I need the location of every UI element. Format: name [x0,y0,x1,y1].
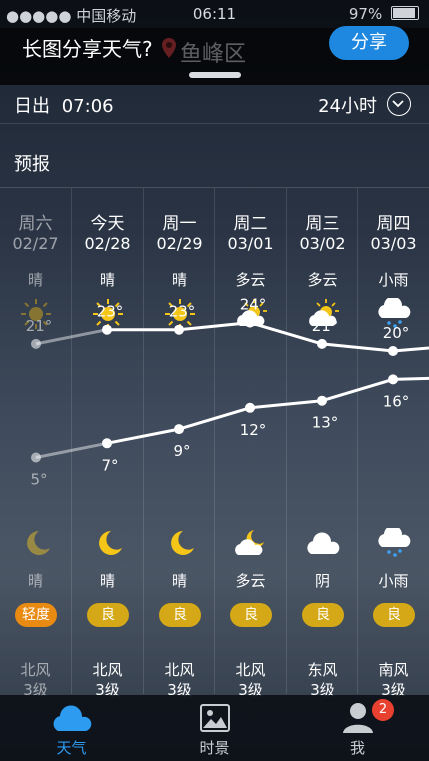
forecast-day[interactable]: 周一 02/29 晴 晴 良 北风 3级 [143,188,215,699]
aqi-badge: 良 [159,603,201,627]
hourly-toggle-label[interactable]: 24小时 [318,92,377,118]
chevron-down-icon[interactable] [387,92,411,116]
tab-label: 我 [349,739,365,757]
aqi-badge: 轻度 [15,603,57,627]
forecast-day[interactable]: 周三 03/02 多云 阴 良 东风 3级 [286,188,358,699]
tab-label: 时景 [199,739,230,757]
wind-info: 北风 3级 [72,660,143,700]
forecast-day[interactable]: 周四 03/03 小雨 小雨 良 南风 3级 [357,188,429,699]
day-condition: 晴 [99,271,115,289]
night-condition: 小雨 [378,572,409,590]
location-pin-icon [162,38,176,58]
weekday: 周四 [376,214,411,234]
date: 02/28 [84,234,131,253]
date: 02/27 [12,234,59,253]
share-button[interactable]: 分享 [329,26,409,60]
day-condition: 多云 [307,271,338,289]
tab-scenery[interactable]: 时景 [143,695,286,761]
day-condition: 多云 [235,271,266,289]
aqi-badge: 良 [302,603,344,627]
wind-direction: 东风 [307,661,338,679]
sunrise-label: 日出 [14,96,50,117]
forecast-day[interactable]: 周二 03/01 多云 多云 良 北风 3级 [214,188,286,699]
wind-info: 东风 3级 [287,660,358,700]
light-rain-icon [378,298,411,328]
night-condition: 晴 [99,572,115,590]
sun-icon [21,299,51,329]
date: 02/29 [156,234,203,253]
wind-info: 南风 3级 [358,660,429,700]
share-prompt-text: 长图分享天气? [22,37,153,61]
wind-direction: 南风 [378,661,409,679]
night-condition: 晴 [27,572,43,590]
aqi-badge: 良 [87,603,129,627]
moon-icon [27,531,50,555]
sun-icon [93,299,123,329]
light-rain-icon [378,528,411,557]
status-bar: ●●●●● 中国移动 06:11 97% [0,0,429,28]
cloudy-night-icon [235,530,264,555]
moon-icon [99,531,122,555]
forecast-section-title: 预报 [14,154,50,175]
tab-me[interactable]: 我 [286,695,429,761]
sunrise-row: 日出 07:06 24小时 [0,85,429,124]
wind-info: 北风 3级 [0,660,71,700]
wind-direction: 北风 [20,661,51,679]
sunrise-time: 07:06 [61,96,114,117]
wind-info: 北风 3级 [144,660,215,700]
location-name[interactable]: 鱼峰区 [180,36,246,68]
sun-icon [165,299,195,329]
night-condition: 晴 [171,572,187,590]
weekday: 今天 [90,214,125,234]
weekday: 周六 [18,214,53,234]
date: 03/01 [227,234,274,253]
battery-percent: 97% [348,5,383,23]
night-condition: 多云 [235,572,266,590]
notification-badge: 2 [372,699,394,721]
day-condition: 晴 [27,271,43,289]
sunrise-info: 日出 07:06 [14,92,114,118]
weekday: 周二 [233,214,268,234]
night-condition: 阴 [314,572,330,590]
partly-cloudy-icon [309,299,339,326]
cloud-icon [307,532,340,554]
tab-weather[interactable]: 天气 [0,695,143,761]
wind-direction: 北风 [164,661,195,679]
share-prompt-bar: 长图分享天气? 鱼峰区 分享 [0,26,429,85]
tab-bar: 天气 时景 我 2 [0,695,429,761]
day-condition: 小雨 [378,271,409,289]
drag-handle[interactable] [189,72,241,78]
weekday: 周三 [305,214,340,234]
aqi-badge: 良 [373,603,415,627]
partly-cloudy-icon [237,299,267,326]
cloud-tab-icon [53,705,92,731]
date: 03/03 [370,234,417,253]
aqi-badge: 良 [230,603,272,627]
forecast-day[interactable]: 今天 02/28 晴 晴 良 北风 3级 [71,188,143,699]
wind-direction: 北风 [235,661,266,679]
forecast-day[interactable]: 周六 02/27 晴 晴 轻度 北风 3级 [0,188,71,699]
battery-indicator: 97% [349,5,419,23]
moon-icon [171,531,194,555]
battery-icon [391,6,419,20]
user-icon [343,703,373,733]
wind-info: 北风 3级 [215,660,286,700]
date: 03/02 [299,234,346,253]
wind-direction: 北风 [92,661,123,679]
weekday: 周一 [162,214,197,234]
day-condition: 晴 [171,271,187,289]
photo-icon [200,704,230,732]
tab-label: 天气 [56,739,87,757]
